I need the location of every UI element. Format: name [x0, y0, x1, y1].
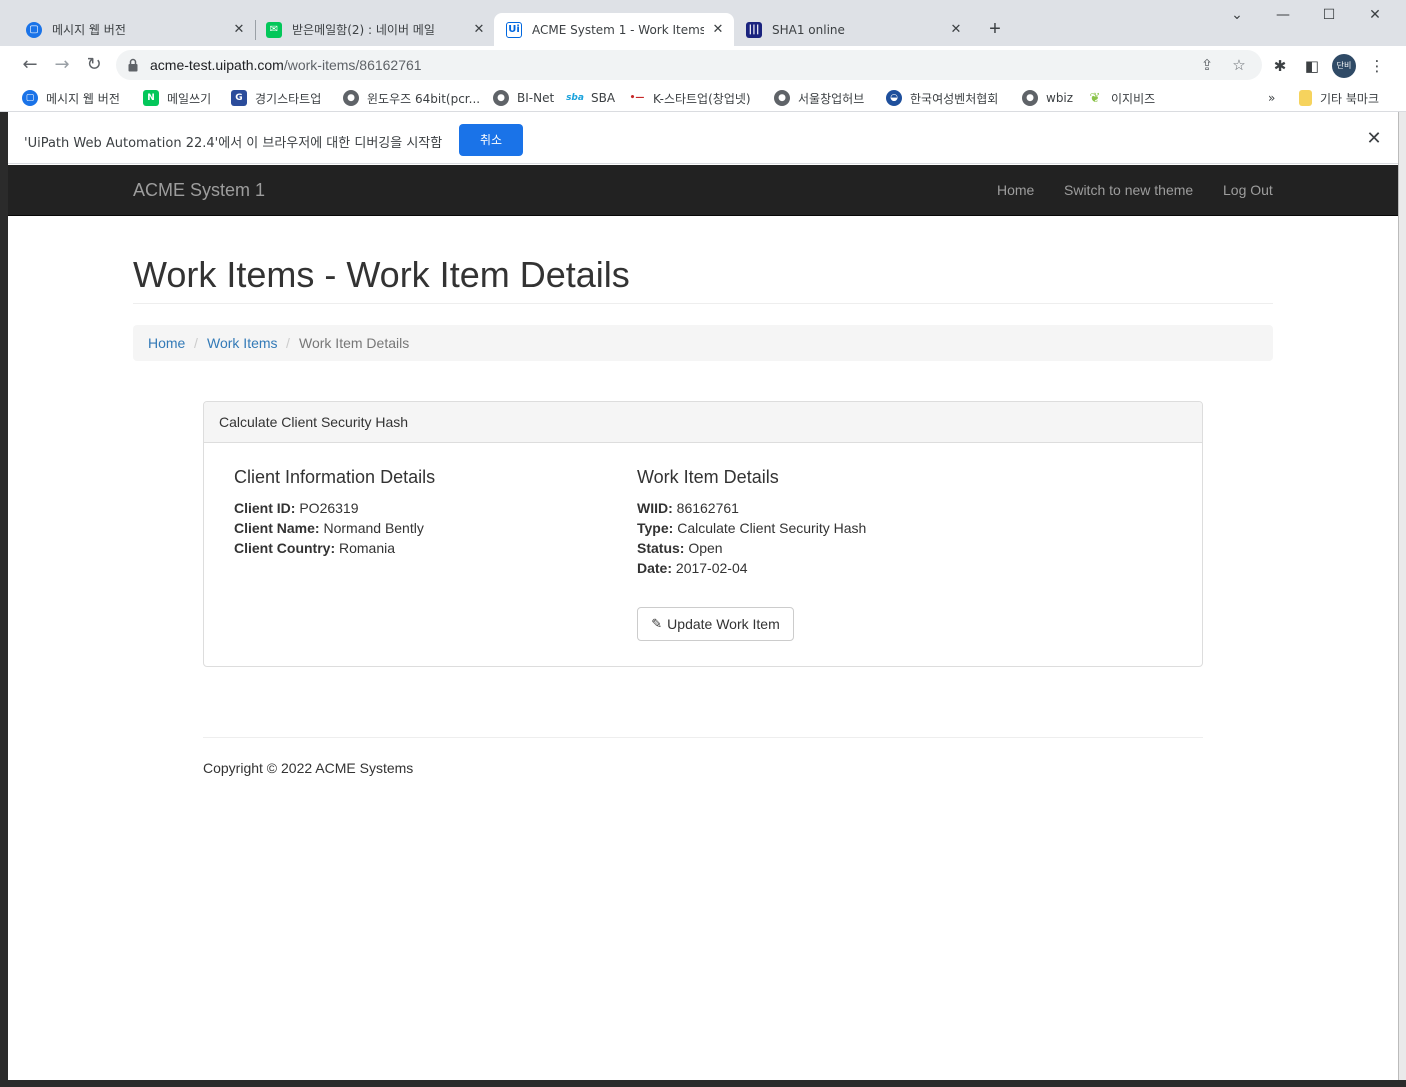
messages-icon: ▢ — [22, 90, 38, 106]
breadcrumb-separator: / — [286, 335, 290, 351]
close-icon[interactable]: ✕ — [948, 22, 964, 38]
bookmark-item[interactable]: G 경기스타트업 — [231, 88, 321, 108]
panel-title: Calculate Client Security Hash — [219, 414, 409, 430]
kstartup-icon: •— — [629, 90, 645, 106]
client-id-field: Client ID: PO26319 — [234, 500, 359, 516]
work-item-panel: Calculate Client Security Hash Client In… — [203, 401, 1203, 667]
page-title: Work Items - Work Item Details — [133, 254, 630, 295]
tab-title: ACME System 1 - Work Items — [532, 22, 704, 37]
sba-icon: sba — [566, 90, 584, 106]
breadcrumb-current: Work Item Details — [299, 335, 410, 351]
browser-toolbar: ← → ↻ acme-test.uipath.com/work-items/86… — [0, 46, 1406, 84]
extensions-icon[interactable]: ✱ — [1270, 56, 1290, 76]
breadcrumb-home-link[interactable]: Home — [148, 335, 185, 351]
uipath-icon: Ui — [506, 21, 522, 38]
client-info-heading: Client Information Details — [234, 467, 436, 487]
footer-divider — [203, 737, 1203, 738]
acme-navbar: ACME System 1 Home Switch to new theme L… — [8, 165, 1398, 216]
update-work-item-button[interactable]: ✎ Update Work Item — [637, 607, 794, 641]
breadcrumb-work-items-link[interactable]: Work Items — [207, 335, 278, 351]
bookmark-item[interactable]: sba SBA — [566, 88, 615, 108]
tab-title: 메시지 웹 버전 — [52, 23, 126, 37]
nav-logout-link[interactable]: Log Out — [1223, 182, 1273, 198]
nav-switch-theme-link[interactable]: Switch to new theme — [1064, 182, 1193, 198]
sha1-icon: ||| — [746, 21, 762, 38]
tab-acme[interactable]: Ui ACME System 1 - Work Items ✕ — [494, 13, 734, 46]
bookmark-item[interactable]: ● BI-Net — [493, 88, 554, 108]
type-field: Type: Calculate Client Security Hash — [637, 520, 867, 536]
close-icon[interactable]: ✕ — [1364, 128, 1384, 148]
minimize-button[interactable]: — — [1260, 4, 1306, 26]
naver-mail-icon: ✉ — [266, 21, 282, 38]
back-button[interactable]: ← — [18, 53, 42, 77]
bookmark-item[interactable]: ▢ 메시지 웹 버전 — [22, 88, 120, 108]
date-field: Date: 2017-02-04 — [637, 560, 748, 576]
kovwa-icon: ◒ — [886, 90, 902, 106]
bookmark-item[interactable]: ● wbiz — [1022, 88, 1073, 108]
background-window-edge — [0, 112, 8, 1087]
tab-search-icon[interactable]: ⌄ — [1214, 4, 1260, 26]
copyright-text: Copyright © 2022 ACME Systems — [203, 760, 414, 776]
tab-sha1[interactable]: ||| SHA1 online ✕ — [732, 13, 972, 46]
wiid-field: WIID: 86162761 — [637, 500, 739, 516]
background-window-edge — [1398, 112, 1406, 1087]
bookmarks-bar: ▢ 메시지 웹 버전 N 메일쓰기 G 경기스타트업 ● 윈도우즈 64bit(pcr.… — [0, 84, 1406, 112]
messages-icon: ▢ — [26, 21, 42, 38]
bookmark-star-icon[interactable]: ☆ — [1230, 56, 1248, 74]
status-field: Status: Open — [637, 540, 723, 556]
bookmark-item[interactable]: ● 윈도우즈 64bit(pcr... — [343, 88, 480, 108]
close-icon[interactable]: ✕ — [710, 22, 726, 38]
lock-icon — [128, 58, 138, 72]
url-text[interactable]: acme-test.uipath.com/work-items/86162761 — [150, 57, 422, 73]
menu-icon[interactable]: ⋮ — [1367, 56, 1387, 76]
tab-messages[interactable]: ▢ 메시지 웹 버전 ✕ — [0, 13, 255, 46]
gyeonggi-icon: G — [231, 90, 247, 106]
folder-icon — [1299, 90, 1312, 106]
globe-icon: ● — [343, 90, 359, 106]
bookmark-item[interactable]: ❦ 이지비즈 — [1087, 88, 1155, 108]
nav-home-link[interactable]: Home — [997, 182, 1034, 198]
panel-heading: Calculate Client Security Hash — [204, 402, 1202, 443]
reload-button[interactable]: ↻ — [82, 53, 106, 77]
breadcrumb: Home / Work Items / Work Item Details — [133, 325, 1273, 361]
forward-button[interactable]: → — [50, 53, 74, 77]
globe-icon: ● — [493, 90, 509, 106]
bookmark-item[interactable]: •— K-스타트업(창업넷) — [629, 88, 751, 108]
other-bookmarks-folder[interactable]: 기타 북마크 — [1299, 88, 1379, 108]
tab-title: 받은메일함(2) : 네이버 메일 — [292, 23, 435, 37]
bookmark-item[interactable]: ◒ 한국여성벤처협회 — [886, 88, 998, 108]
tab-title: SHA1 online — [772, 22, 845, 37]
profile-avatar[interactable]: 단비 — [1332, 54, 1356, 78]
globe-icon: ● — [1022, 90, 1038, 106]
maximize-button[interactable]: ☐ — [1306, 4, 1352, 26]
cancel-debug-button[interactable]: 취소 — [459, 124, 523, 156]
page-viewport: ACME System 1 Home Switch to new theme L… — [8, 165, 1398, 1080]
debug-infobar: 'UiPath Web Automation 22.4'에서 이 브라우저에 대… — [8, 116, 1398, 164]
infobar-message: 'UiPath Web Automation 22.4'에서 이 브라우저에 대… — [24, 136, 443, 151]
side-panel-icon[interactable]: ◧ — [1302, 56, 1322, 76]
client-name-field: Client Name: Normand Bently — [234, 520, 424, 536]
bookmarks-overflow-button[interactable]: » — [1268, 88, 1275, 108]
bookmark-item[interactable]: ● 서울창업허브 — [774, 88, 864, 108]
tab-naver-mail[interactable]: ✉ 받은메일함(2) : 네이버 메일 ✕ — [240, 13, 495, 46]
globe-icon: ● — [774, 90, 790, 106]
new-tab-button[interactable]: + — [984, 18, 1006, 40]
background-window-edge — [0, 1080, 1406, 1087]
work-item-details-heading: Work Item Details — [637, 467, 779, 487]
naver-icon: N — [143, 90, 159, 106]
window-close-button[interactable]: ✕ — [1352, 4, 1398, 26]
close-icon[interactable]: ✕ — [471, 22, 487, 38]
easybiz-icon: ❦ — [1087, 90, 1103, 106]
title-divider — [133, 303, 1273, 304]
tab-strip: ▢ 메시지 웹 버전 ✕ ✉ 받은메일함(2) : 네이버 메일 ✕ Ui AC… — [0, 0, 1406, 46]
client-country-field: Client Country: Romania — [234, 540, 396, 556]
bookmark-item[interactable]: N 메일쓰기 — [143, 88, 211, 108]
browser-window: ▢ 메시지 웹 버전 ✕ ✉ 받은메일함(2) : 네이버 메일 ✕ Ui AC… — [0, 0, 1406, 1087]
share-icon[interactable]: ⇪ — [1198, 56, 1216, 74]
pencil-icon: ✎ — [651, 616, 663, 632]
brand-link[interactable]: ACME System 1 — [133, 180, 265, 201]
update-button-label: Update Work Item — [667, 616, 780, 632]
breadcrumb-separator: / — [194, 335, 198, 351]
address-bar[interactable]: acme-test.uipath.com/work-items/86162761… — [116, 50, 1262, 80]
